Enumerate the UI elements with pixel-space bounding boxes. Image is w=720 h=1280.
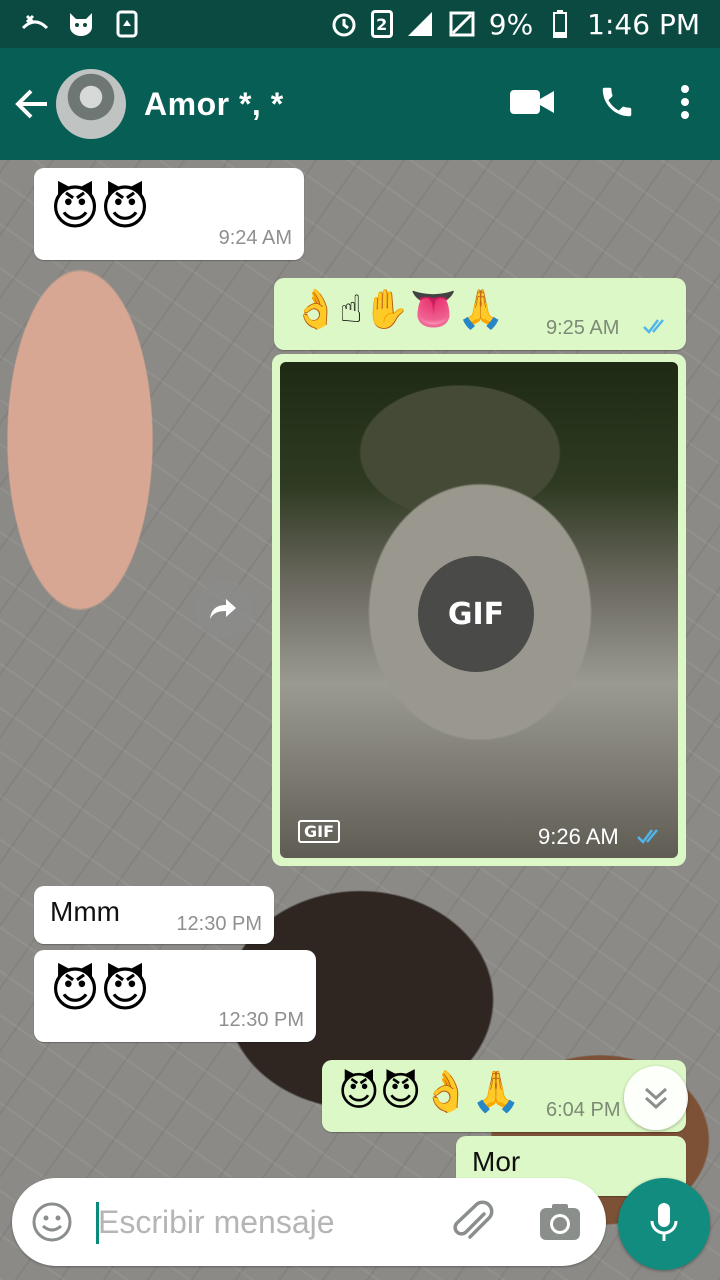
forward-icon[interactable] <box>194 580 252 638</box>
read-ticks-icon <box>642 318 670 338</box>
message-incoming[interactable]: Mmm 12:30 PM <box>34 886 274 944</box>
message-emoji: 😈😈 <box>50 180 151 236</box>
battery-percent: 9% <box>488 7 534 41</box>
read-ticks-icon <box>636 828 664 848</box>
no-sim-icon <box>447 9 477 39</box>
camera-icon[interactable] <box>538 1202 582 1246</box>
message-emoji: 😈😈 <box>50 962 151 1018</box>
message-time: 6:04 PM <box>546 1099 621 1121</box>
message-time: 9:24 AM <box>218 227 292 249</box>
sim-badge: 2 <box>370 10 393 38</box>
microphone-button[interactable] <box>618 1178 710 1270</box>
message-text: Mmm <box>50 896 120 927</box>
chat-area[interactable]: 😈😈 9:24 AM 👌☝✋👅🙏 9:25 AM GIF GIF 9:26 AM… <box>0 160 720 1280</box>
message-time: 9:25 AM <box>546 317 620 339</box>
cat-app-icon <box>66 9 96 39</box>
message-input-container[interactable] <box>12 1178 606 1266</box>
contact-name[interactable]: Amor *, * <box>144 86 284 123</box>
recycle-icon <box>112 9 142 39</box>
status-bar: 2 9% 1:46 PM <box>0 0 720 48</box>
video-call-icon[interactable] <box>510 88 554 120</box>
message-time: 12:30 PM <box>176 913 262 935</box>
scroll-to-bottom-button[interactable] <box>624 1066 688 1130</box>
message-emoji: 😈😈👌🙏 <box>338 1069 522 1115</box>
gif-source-tag: GIF <box>298 820 341 843</box>
message-incoming[interactable]: 😈😈 9:24 AM <box>34 168 304 260</box>
phone-call-icon[interactable] <box>598 83 636 125</box>
more-options-icon[interactable] <box>680 84 690 124</box>
message-time: 9:26 AM <box>538 824 619 849</box>
gif-preview[interactable]: GIF GIF 9:26 AM <box>280 362 678 858</box>
alarm-icon <box>329 9 359 39</box>
message-incoming[interactable]: 😈😈 12:30 PM <box>34 950 316 1042</box>
message-input-bar <box>0 1160 720 1280</box>
battery-icon <box>545 9 575 39</box>
attach-icon[interactable] <box>450 1200 496 1250</box>
chat-toolbar: Amor *, * <box>0 48 720 160</box>
back-arrow-icon[interactable] <box>2 48 62 160</box>
clock-time: 1:46 PM <box>587 7 700 41</box>
message-emoji: 👌☝✋👅🙏 <box>292 287 505 331</box>
message-outgoing[interactable]: 👌☝✋👅🙏 9:25 AM <box>274 278 686 350</box>
signal-icon <box>405 9 435 39</box>
emoji-icon[interactable] <box>30 1200 74 1248</box>
missed-call-icon <box>20 9 50 39</box>
message-input[interactable] <box>98 1198 428 1246</box>
message-time: 12:30 PM <box>218 1009 304 1031</box>
message-gif[interactable]: GIF GIF 9:26 AM <box>272 354 686 866</box>
gif-play-button[interactable]: GIF <box>418 556 534 672</box>
avatar[interactable] <box>56 69 126 139</box>
microphone-icon <box>649 1201 679 1247</box>
